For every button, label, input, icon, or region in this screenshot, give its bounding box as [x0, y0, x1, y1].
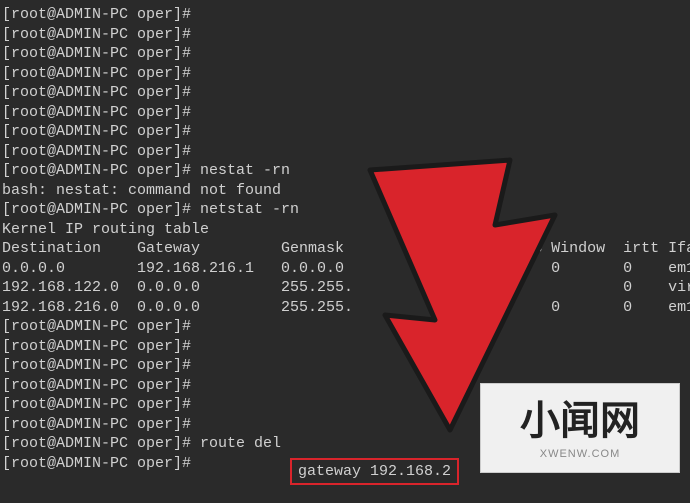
empty-prompt-line: [root@ADMIN-PC oper]# — [2, 64, 688, 84]
empty-prompt-line: [root@ADMIN-PC oper]# — [2, 122, 688, 142]
error-line: bash: nestat: command not found — [2, 181, 688, 201]
empty-prompt-line: [root@ADMIN-PC oper]# — [2, 25, 688, 45]
command-line: [root@ADMIN-PC oper]# nestat -rn — [2, 161, 688, 181]
routing-header: Kernel IP routing table — [2, 220, 688, 240]
empty-prompt-line: [root@ADMIN-PC oper]# — [2, 317, 688, 337]
table-row: 192.168.122.0 0.0.0.0 255.255. 0 virbr — [2, 278, 688, 298]
command-line: [root@ADMIN-PC oper]# netstat -rn — [2, 200, 688, 220]
watermark-main-text: 小闻网 — [520, 395, 640, 447]
empty-prompt-line: [root@ADMIN-PC oper]# — [2, 142, 688, 162]
empty-prompt-line: [root@ADMIN-PC oper]# — [2, 83, 688, 103]
highlighted-text: gateway 192.168.2 — [298, 463, 451, 480]
empty-prompt-line: [root@ADMIN-PC oper]# — [2, 356, 688, 376]
empty-prompt-line: [root@ADMIN-PC oper]# — [2, 44, 688, 64]
highlighted-command-segment: gateway 192.168.2 — [290, 458, 459, 486]
empty-prompt-line: [root@ADMIN-PC oper]# — [2, 103, 688, 123]
table-header: Destination Gateway Genmask MSS Window i… — [2, 239, 688, 259]
empty-prompt-line: [root@ADMIN-PC oper]# — [2, 5, 688, 25]
table-row: 0.0.0.0 192.168.216.1 0.0.0.0 0 0 0 em1 — [2, 259, 688, 279]
table-row: 192.168.216.0 0.0.0.0 255.255. 0 0 em1 — [2, 298, 688, 318]
watermark-sub-text: XWENW.COM — [540, 447, 621, 461]
watermark-logo: 小闻网 XWENW.COM — [480, 383, 680, 473]
empty-prompt-line: [root@ADMIN-PC oper]# — [2, 337, 688, 357]
